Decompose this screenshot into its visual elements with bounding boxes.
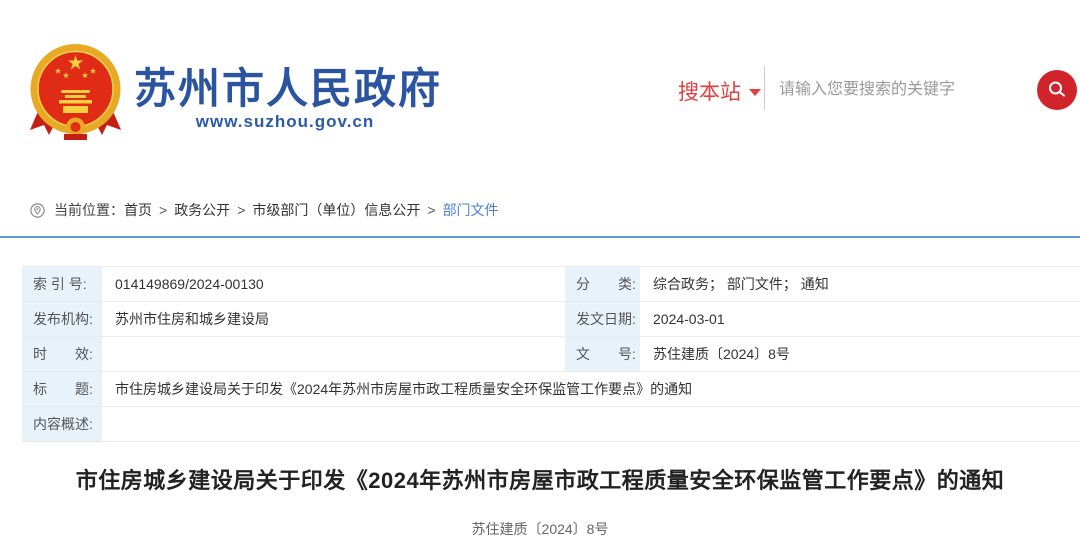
national-emblem-logo[interactable] [28, 42, 123, 144]
location-pin-icon [30, 203, 45, 218]
index-number-value: 014149869/2024-00130 [102, 267, 565, 302]
site-title: 苏州市人民政府 [134, 55, 436, 116]
breadcrumb-item-dept-documents[interactable]: 部门文件 [443, 200, 499, 220]
search-scope-dropdown[interactable]: 搜本站 [678, 76, 761, 106]
search-button[interactable] [1037, 70, 1077, 110]
validity-label: 时 效: [22, 337, 102, 372]
title-value: 市住房城乡建设局关于印发《2024年苏州市房屋市政工程质量安全环保监管工作要点》… [102, 372, 1080, 407]
site-url: www.suzhou.gov.cn [134, 112, 436, 132]
search-scope-label: 搜本站 [678, 76, 741, 106]
caret-down-icon [749, 89, 761, 96]
summary-label: 内容概述: [22, 407, 102, 442]
section-divider-line [0, 236, 1080, 238]
article-doc-number: 苏住建质〔2024〕8号 [0, 519, 1080, 539]
search-divider [764, 66, 765, 110]
breadcrumb-item-gov-affairs[interactable]: 政务公开 [174, 200, 230, 220]
breadcrumb-separator: > [237, 202, 245, 218]
title-label: 标 题: [22, 372, 102, 407]
issue-date-label: 发文日期: [565, 302, 640, 337]
breadcrumb-label: 当前位置： [54, 200, 124, 220]
index-number-label: 索 引 号: [22, 267, 102, 302]
issuing-agency-label: 发布机构: [22, 302, 102, 337]
breadcrumb-item-home[interactable]: 首页 [124, 200, 152, 220]
validity-value [102, 337, 565, 372]
article-title: 市住房城乡建设局关于印发《2024年苏州市房屋市政工程质量安全环保监管工作要点》… [0, 463, 1080, 495]
issuing-agency-value: 苏州市住房和城乡建设局 [102, 302, 565, 337]
category-value: 综合政务； 部门文件； 通知 [640, 267, 1080, 302]
breadcrumb: 当前位置： 首页 > 政务公开 > 市级部门（单位）信息公开 > 部门文件 [30, 201, 499, 219]
breadcrumb-separator: > [427, 202, 435, 218]
doc-number-value: 苏住建质〔2024〕8号 [640, 337, 1080, 372]
doc-number-label: 文 号: [565, 337, 640, 372]
search-magnifier-icon [1046, 79, 1068, 101]
breadcrumb-item-dept-disclosure[interactable]: 市级部门（单位）信息公开 [252, 200, 420, 220]
national-emblem-icon [28, 42, 123, 144]
issue-date-value: 2024-03-01 [640, 302, 1080, 337]
summary-value [102, 407, 1080, 442]
page: 苏州市人民政府 www.suzhou.gov.cn 搜本站 当前位置： 首页 >… [0, 0, 1080, 558]
breadcrumb-separator: > [159, 202, 167, 218]
doc-info-table: 索 引 号: 014149869/2024-00130 分 类: 综合政务； 部… [22, 266, 1080, 442]
category-label: 分 类: [565, 267, 640, 302]
search-input[interactable] [779, 74, 1029, 106]
